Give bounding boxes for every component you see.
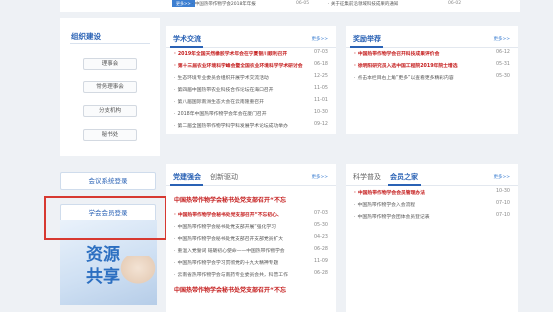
party-row[interactable]: 中国热带作物学会秘书处党支部开展“强化学习 — [174, 223, 324, 230]
sidebar-divider — [70, 43, 150, 44]
meeting-system-login-button[interactable]: 会议系统登录 — [60, 172, 156, 190]
science-date: 07-10 — [496, 213, 510, 218]
awards-row[interactable]: 徐明阳研究员入选中国工程院2019年院士增选 — [354, 62, 504, 69]
awards-title: 奖励举荐 — [353, 35, 381, 43]
science-row[interactable]: 中国热带作物学会团体会员登记表 — [354, 213, 504, 220]
party-bottom-headline[interactable]: 中国热带作物学会秘书处党支部召开“不忘 — [174, 285, 334, 294]
top-right-item[interactable]: · 关于征集前沿领域科技成果的通知 — [328, 1, 398, 7]
party-date: 05-30 — [314, 223, 328, 228]
academic-date: 11-05 — [314, 86, 328, 91]
party-date: 04-23 — [314, 235, 328, 240]
science-rule-active — [388, 184, 421, 186]
academic-exchange-panel: 学术交流 更多>> 2019年全国天然橡胶学术年会在宁夏银川顺利召开 07-03… — [166, 26, 336, 134]
awards-more-link[interactable]: 更多>> — [493, 36, 510, 42]
tab-science-popularization[interactable]: 科学普及 — [353, 172, 381, 182]
top-left-item[interactable]: · 中国热带作物学会2018年年报 — [192, 1, 256, 7]
academic-row[interactable]: 第十三届农业环境科学峰会暨全国农业环境科学学术研讨会 — [174, 62, 324, 69]
organization-sidebar: 组织建设 理事会 常务理事会 分支机构 秘书处 — [60, 18, 160, 156]
party-date: 11-09 — [314, 259, 328, 264]
awards-panel: 奖励举荐 更多>> 中国热带作物学会召开科技成果评价会 06-12 徐明阳研究员… — [346, 26, 518, 134]
sidebar-item-council[interactable]: 理事会 — [83, 58, 137, 70]
awards-row[interactable]: 中国热带作物学会召开科技成果评价会 — [354, 50, 504, 57]
party-rule-active — [170, 184, 203, 186]
awards-date: 06-12 — [496, 50, 510, 55]
science-date: 07-10 — [496, 201, 510, 206]
party-more-link[interactable]: 更多>> — [311, 174, 328, 180]
top-left-date: 06-05 — [296, 1, 310, 6]
awards-date: 05-30 — [496, 74, 510, 79]
academic-row[interactable]: 2018年中国热带作物学会年会在厦门召开 — [174, 110, 324, 117]
tab-members-home[interactable]: 会员之家 — [390, 172, 418, 182]
party-row[interactable]: 中国热带作物学会秘书处党支部召开支部党员扩大 — [174, 235, 324, 242]
academic-date: 06-18 — [314, 62, 328, 67]
science-members-panel: 科学普及 会员之家 更多>> 中国热带作物学会会员管理办法 10-30 中国热带… — [346, 164, 518, 312]
party-row[interactable]: 重温入党誓词 砥砺初心使命——中国热带作物学会 — [174, 247, 324, 254]
science-rule — [346, 185, 518, 186]
top-news-strip: 更多>> · 中国热带作物学会2018年年报 06-05 · 关于征集前沿领域科… — [60, 0, 520, 12]
awards-rule-active — [350, 46, 383, 48]
science-more-link[interactable]: 更多>> — [493, 174, 510, 180]
party-date: 06-28 — [314, 271, 328, 276]
academic-title: 学术交流 — [173, 35, 201, 43]
handshake-image — [118, 256, 157, 286]
awards-row[interactable]: 点击本栏目右上角“更多”以查看更多精彩内容 — [354, 74, 504, 81]
sidebar-item-standing-council[interactable]: 常务理事会 — [83, 81, 137, 93]
tab-innovation[interactable]: 创新驱动 — [210, 172, 238, 182]
academic-row[interactable]: 2019年全国天然橡胶学术年会在宁夏银川顺利召开 — [174, 50, 324, 57]
science-date: 10-30 — [496, 189, 510, 194]
academic-row[interactable]: 生态环境专业委员会组织开展学术交流活动 — [174, 74, 324, 81]
academic-more-link[interactable]: 更多>> — [311, 36, 328, 42]
academic-date: 12-25 — [314, 74, 328, 79]
sidebar-heading: 组织建设 — [71, 32, 101, 41]
party-row[interactable]: 中国热带作物学会秘书处党支部召开“不忘初心、 — [174, 211, 324, 218]
academic-date: 09-12 — [314, 122, 328, 127]
academic-row[interactable]: 第二届全国热带作物学科学科发展学术论坛成功举办 — [174, 122, 324, 129]
party-headline[interactable]: 中国热带作物学会秘书处党支部召开“不忘 — [174, 195, 334, 204]
academic-row[interactable]: 第四届中国热带农业科技合作论坛在海口召开 — [174, 86, 324, 93]
resource-title-line2: 共享 — [86, 267, 120, 287]
academic-date: 10-30 — [314, 110, 328, 115]
party-date: 07-03 — [314, 211, 328, 216]
party-date: 06-28 — [314, 247, 328, 252]
academic-rule-active — [170, 46, 203, 48]
academic-date: 11-01 — [314, 98, 328, 103]
sidebar-item-secretariat[interactable]: 秘书处 — [83, 129, 137, 141]
sidebar-item-branches[interactable]: 分支机构 — [83, 105, 137, 117]
academic-row[interactable]: 第八届国际南洲生态大会在云南隆重召开 — [174, 98, 324, 105]
awards-date: 05-31 — [496, 62, 510, 67]
party-row[interactable]: 中国热带作物学会学习贯彻党的十九大精神专题 — [174, 259, 324, 266]
academic-date: 07-03 — [314, 50, 328, 55]
party-building-panel: 党建强会 创新驱动 更多>> 中国热带作物学会秘书处党支部召开“不忘 中国热带作… — [166, 164, 336, 312]
highlight-annotation-box — [44, 196, 167, 240]
top-right-date: 06-02 — [448, 1, 462, 6]
science-row[interactable]: 中国热带作物学会会员管理办法 — [354, 189, 504, 196]
science-row[interactable]: 中国热带作物学会入会流程 — [354, 201, 504, 208]
tab-party-building[interactable]: 党建强会 — [173, 172, 201, 182]
party-row[interactable]: 云南省热带作物学会与南药专业委员会共，科普工作 — [174, 271, 324, 278]
